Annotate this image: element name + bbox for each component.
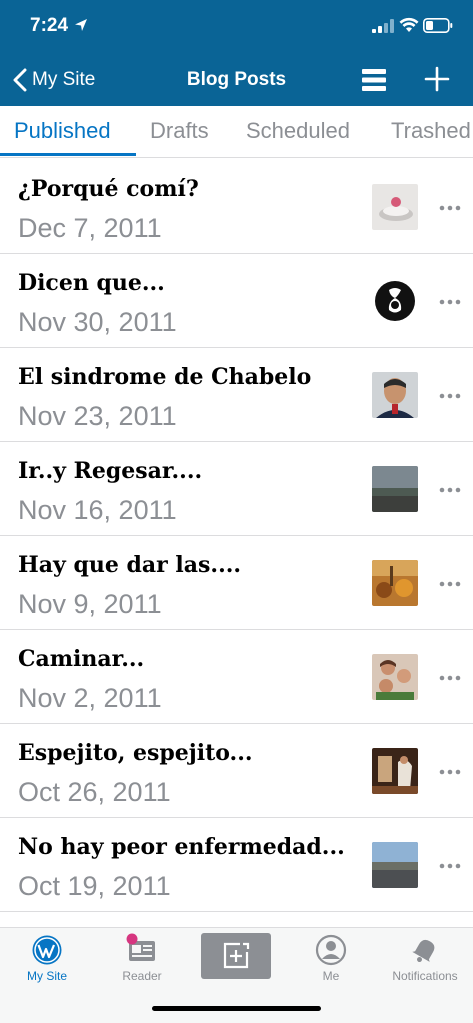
more-options-icon[interactable] xyxy=(438,856,462,876)
more-options-icon[interactable] xyxy=(438,668,462,688)
post-date: Oct 26, 2011 xyxy=(18,777,171,807)
tab-drafts[interactable]: Drafts xyxy=(150,118,209,144)
tab-label-reader: Reader xyxy=(122,969,162,983)
tab-published[interactable]: Published xyxy=(14,118,111,144)
tab-label-notifications: Notifications xyxy=(392,969,458,983)
post-date: Dec 7, 2011 xyxy=(18,213,162,243)
location-arrow-icon xyxy=(75,19,87,31)
compose-button[interactable] xyxy=(201,933,271,979)
post-date: Nov 30, 2011 xyxy=(18,307,177,337)
post-title: Espejito, espejito... xyxy=(18,740,253,766)
home-indicator xyxy=(152,1006,321,1011)
post-title: Ir..y Regesar.... xyxy=(18,458,203,484)
tab-trashed[interactable]: Trashed xyxy=(391,118,471,144)
post-title: El sindrome de Chabelo xyxy=(18,364,312,390)
post-date: Nov 23, 2011 xyxy=(18,401,177,431)
post-row[interactable]: Dicen que... Nov 30, 2011 xyxy=(0,254,473,348)
post-date: Nov 16, 2011 xyxy=(18,495,177,525)
post-title: Caminar... xyxy=(18,646,145,672)
more-options-icon[interactable] xyxy=(438,762,462,782)
post-row[interactable]: Hay que dar las.... Nov 9, 2011 xyxy=(0,536,473,630)
more-options-icon[interactable] xyxy=(438,480,462,500)
tab-label-me: Me xyxy=(322,969,340,983)
post-title: ¿Porqué comí? xyxy=(18,176,199,202)
status-time: 7:24 xyxy=(30,15,69,36)
post-row[interactable]: No hay peor enfermedad... Oct 19, 2011 xyxy=(0,818,473,912)
post-row[interactable]: Caminar... Nov 2, 2011 xyxy=(0,630,473,724)
back-button[interactable]: My Site xyxy=(12,65,95,95)
post-row[interactable]: Espejito, espejito... Oct 26, 2011 xyxy=(0,724,473,818)
active-tab-indicator xyxy=(0,153,136,156)
tab-notifications[interactable]: Notifications xyxy=(378,928,472,998)
post-row[interactable]: Ir..y Regesar.... Nov 16, 2011 xyxy=(0,442,473,536)
post-thumbnail xyxy=(372,184,418,230)
post-thumbnail xyxy=(372,748,418,794)
more-options-icon[interactable] xyxy=(438,292,462,312)
tab-reader[interactable]: Reader xyxy=(95,928,189,998)
post-date: Nov 9, 2011 xyxy=(18,589,162,619)
add-post-icon[interactable] xyxy=(422,64,452,94)
post-title: Hay que dar las.... xyxy=(18,552,242,578)
more-options-icon[interactable] xyxy=(438,198,462,218)
post-thumbnail xyxy=(372,278,418,324)
post-title: No hay peor enfermedad... xyxy=(18,834,345,860)
post-thumbnail xyxy=(372,654,418,700)
post-thumbnail xyxy=(372,560,418,606)
chevron-left-icon xyxy=(13,68,27,92)
wifi-icon xyxy=(399,17,419,32)
top-bar: 7:24 My Site Blog Posts xyxy=(0,0,473,106)
post-status-tabs: Published Drafts Scheduled Trashed xyxy=(0,106,473,158)
post-thumbnail xyxy=(372,842,418,888)
tab-me[interactable]: Me xyxy=(284,928,378,998)
profile-icon xyxy=(315,934,347,966)
list-view-icon[interactable] xyxy=(360,66,388,94)
more-options-icon[interactable] xyxy=(438,386,462,406)
wordpress-logo-icon xyxy=(32,935,62,965)
battery-icon xyxy=(423,18,453,33)
reader-badge-icon xyxy=(126,933,138,945)
cellular-signal-icon xyxy=(372,19,394,33)
post-row[interactable]: ¿Porqué comí? Dec 7, 2011 xyxy=(0,160,473,254)
tab-my-site[interactable]: My Site xyxy=(0,928,94,998)
more-options-icon[interactable] xyxy=(438,574,462,594)
new-post-icon xyxy=(223,942,250,969)
post-thumbnail xyxy=(372,466,418,512)
post-row[interactable]: El sindrome de Chabelo Nov 23, 2011 xyxy=(0,348,473,442)
post-date: Oct 19, 2011 xyxy=(18,871,171,901)
post-thumbnail xyxy=(372,372,418,418)
tab-label-my-site: My Site xyxy=(26,969,67,983)
back-button-label: My Site xyxy=(32,69,96,90)
tab-scheduled[interactable]: Scheduled xyxy=(246,118,350,144)
post-date: Nov 2, 2011 xyxy=(18,683,162,713)
post-title: Dicen que... xyxy=(18,270,165,296)
bell-icon xyxy=(412,939,435,963)
